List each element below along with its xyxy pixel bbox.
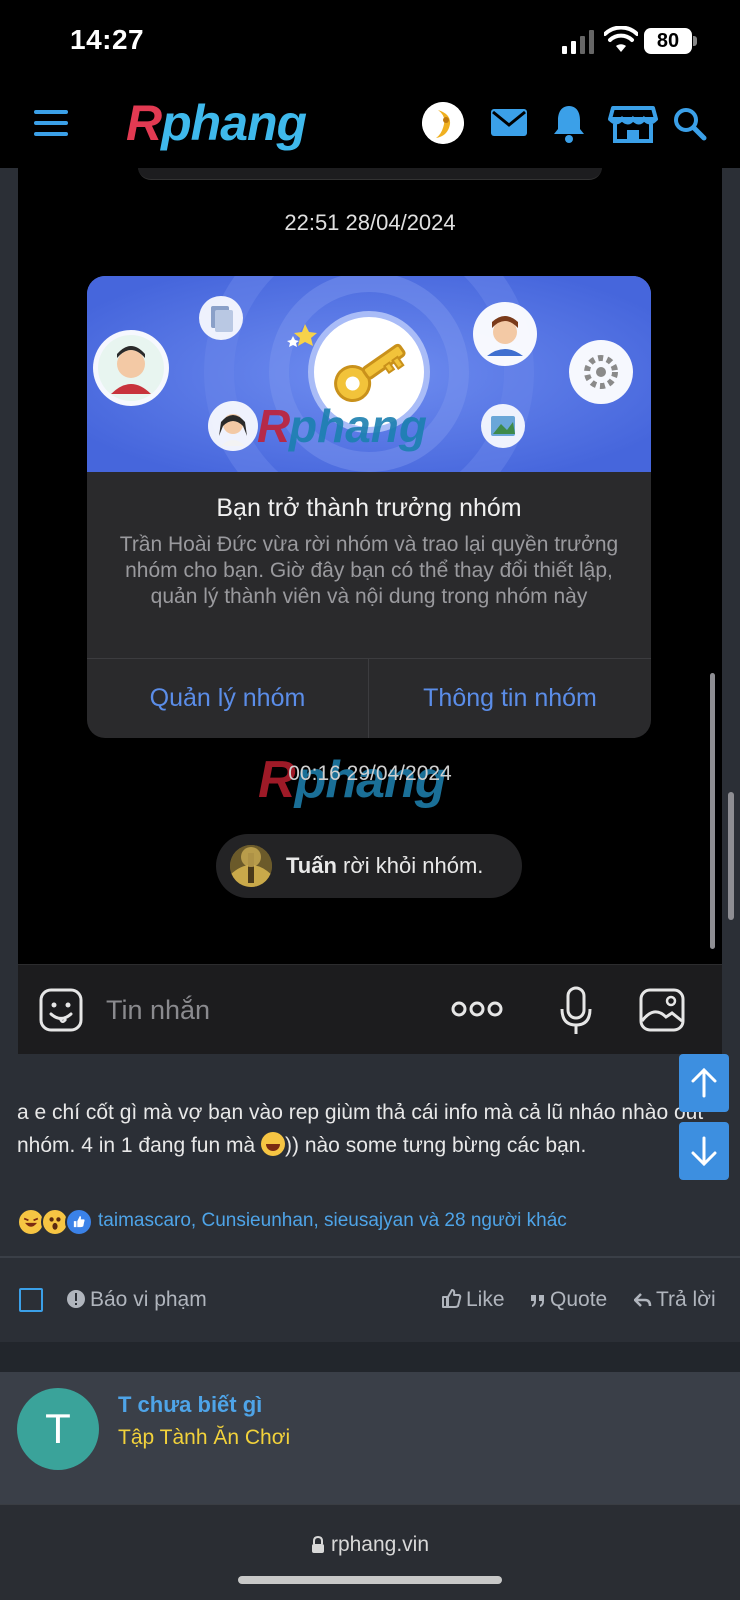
lock-icon bbox=[311, 1535, 324, 1553]
card-description: Trần Hoài Đức vừa rời nhóm và trao lại q… bbox=[119, 533, 619, 608]
reply-button[interactable]: Trả lời bbox=[633, 1258, 716, 1342]
sticker-icon[interactable] bbox=[38, 987, 84, 1033]
more-icon[interactable] bbox=[450, 997, 504, 1021]
chat-scrollbar[interactable] bbox=[710, 673, 715, 949]
next-post-header: T T chưa biết gì Tập Tành Ăn Chơi bbox=[0, 1372, 740, 1504]
logo-letter: R bbox=[126, 95, 162, 151]
member-left-text: Tuấn rời khỏi nhóm. bbox=[286, 834, 483, 898]
thumbs-up-icon bbox=[442, 1289, 462, 1308]
quote-label: Quote bbox=[550, 1288, 608, 1311]
cellular-signal-icon bbox=[562, 30, 594, 54]
microphone-icon[interactable] bbox=[558, 985, 594, 1037]
post-body: a e chí cốt gì mà vợ bạn vào rep giùm th… bbox=[17, 1096, 707, 1162]
site-logo[interactable]: Rphang bbox=[126, 94, 307, 152]
quote-icon bbox=[531, 1295, 544, 1307]
like-reaction-icon bbox=[65, 1208, 93, 1236]
post-text-part-2: )) nào some tưng bừng các bạn. bbox=[285, 1134, 587, 1157]
chat-timestamp-2: 00:16 29/04/2024 bbox=[288, 762, 452, 785]
url-text: rphang.vin bbox=[330, 1533, 430, 1556]
search-icon[interactable] bbox=[670, 100, 710, 146]
member-avatar bbox=[230, 845, 272, 887]
report-button[interactable]: Báo vi phạm bbox=[66, 1258, 207, 1342]
chat-screenshot: 22:51 28/04/2024 R phang Bạn trở thành t… bbox=[18, 168, 722, 1054]
arrow-up-icon bbox=[691, 1067, 717, 1098]
store-icon[interactable] bbox=[608, 100, 658, 146]
card-title: Bạn trở thành trưởng nhóm bbox=[216, 494, 522, 522]
logo-text: phang bbox=[161, 95, 307, 151]
reaction-users-link[interactable]: taimascaro, Cunsieunhan, sieusajyan và 2… bbox=[98, 1210, 567, 1232]
reply-icon bbox=[633, 1293, 652, 1307]
mail-icon[interactable] bbox=[486, 100, 532, 146]
page-scrollbar[interactable] bbox=[728, 792, 734, 920]
status-bar: 14:27 80 bbox=[0, 0, 740, 86]
manage-group-button[interactable]: Quản lý nhóm bbox=[87, 659, 368, 738]
like-label: Like bbox=[466, 1288, 505, 1311]
quote-button[interactable]: Quote bbox=[530, 1258, 607, 1342]
arrow-down-icon bbox=[691, 1136, 717, 1167]
like-button[interactable]: Like bbox=[440, 1258, 505, 1342]
browser-address-bar[interactable]: rphang.vin bbox=[0, 1504, 740, 1600]
member-left-notice: Tuấn rời khỏi nhóm. bbox=[216, 834, 522, 898]
author-avatar[interactable]: T bbox=[17, 1388, 99, 1470]
group-info-button[interactable]: Thông tin nhóm bbox=[369, 659, 651, 738]
battery-cap bbox=[693, 36, 697, 46]
author-username[interactable]: T chưa biết gì bbox=[118, 1392, 262, 1418]
scroll-up-button[interactable] bbox=[679, 1054, 729, 1112]
site-header: Rphang bbox=[0, 86, 740, 168]
battery-indicator: 80 bbox=[644, 28, 692, 54]
message-composer: Tin nhắn bbox=[18, 964, 722, 1054]
bell-icon[interactable] bbox=[546, 100, 592, 146]
svg-text:phang: phang bbox=[287, 400, 427, 452]
select-post-checkbox[interactable] bbox=[19, 1288, 43, 1312]
member-left-message: rời khỏi nhóm. bbox=[336, 853, 484, 878]
image-icon[interactable] bbox=[638, 987, 686, 1033]
author-rank: Tập Tành Ăn Chơi bbox=[118, 1426, 291, 1449]
laughing-emoji-icon bbox=[261, 1132, 285, 1156]
user-avatar[interactable] bbox=[422, 102, 464, 144]
previous-message-pill bbox=[138, 168, 602, 180]
status-time: 14:27 bbox=[70, 24, 145, 55]
post-gap bbox=[0, 1342, 740, 1372]
home-indicator[interactable] bbox=[238, 1576, 502, 1584]
key-illustration: R phang bbox=[87, 276, 651, 472]
reply-label: Trả lời bbox=[656, 1288, 716, 1311]
message-input[interactable]: Tin nhắn bbox=[106, 965, 210, 1054]
member-name: Tuấn bbox=[286, 853, 337, 878]
scroll-down-button[interactable] bbox=[679, 1122, 729, 1180]
card-illustration: R phang bbox=[87, 276, 651, 472]
menu-icon[interactable] bbox=[34, 110, 68, 138]
svg-text:R: R bbox=[257, 400, 290, 452]
url-display[interactable]: rphang.vin bbox=[0, 1533, 740, 1557]
wifi-icon bbox=[604, 26, 638, 52]
group-leader-card: R phang Bạn trở thành trưởng nhóm Trần H… bbox=[87, 276, 651, 738]
alert-icon bbox=[67, 1290, 85, 1308]
post-actions: Báo vi phạm Like Quote Trả lời bbox=[0, 1258, 740, 1342]
chat-timestamp: 22:51 28/04/2024 bbox=[284, 210, 456, 235]
report-label: Báo vi phạm bbox=[90, 1288, 207, 1311]
